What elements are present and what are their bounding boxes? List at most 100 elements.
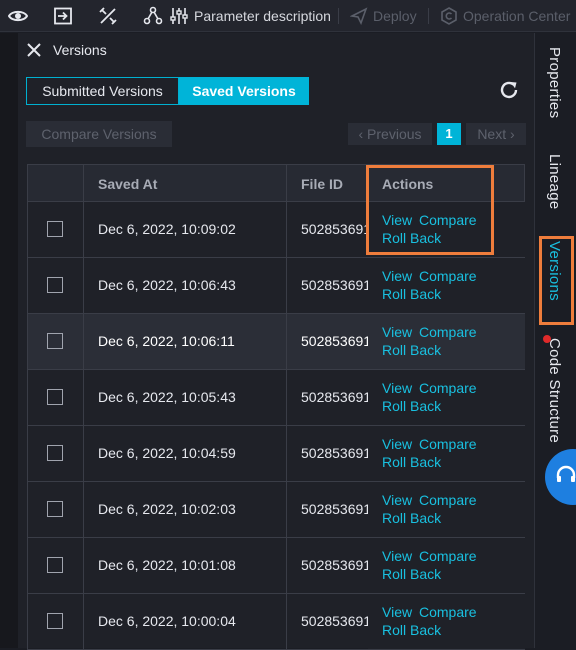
- lineage-graph-icon[interactable]: [142, 5, 164, 27]
- table-row: Dec 6, 2022, 10:01:08 502853691 View Com…: [27, 538, 525, 594]
- rail-tab-lineage[interactable]: Lineage: [546, 154, 563, 210]
- view-link[interactable]: View: [382, 380, 412, 396]
- deploy-button[interactable]: Deploy: [373, 7, 417, 25]
- saved-at-cell: Dec 6, 2022, 10:06:11: [98, 333, 235, 349]
- view-link[interactable]: View: [382, 604, 412, 620]
- row-checkbox[interactable]: [47, 501, 63, 517]
- row-checkbox[interactable]: [47, 445, 63, 461]
- column-divider: [83, 594, 84, 649]
- saved-at-cell: Dec 6, 2022, 10:02:03: [98, 501, 236, 517]
- table-row: Dec 6, 2022, 10:05:43 502853691 View Com…: [27, 370, 525, 426]
- roll-back-link[interactable]: Roll Back: [382, 566, 441, 582]
- page-number-button[interactable]: 1: [437, 123, 461, 145]
- row-checkbox[interactable]: [47, 333, 63, 349]
- column-divider: [286, 258, 287, 313]
- actions-cell: View Compare Roll Back: [368, 258, 525, 313]
- sliders-icon[interactable]: [168, 5, 190, 27]
- row-checkbox[interactable]: [47, 277, 63, 293]
- toolbar-divider: [428, 8, 429, 24]
- row-checkbox[interactable]: [47, 557, 63, 573]
- notification-dot: [543, 335, 551, 343]
- column-divider: [83, 165, 84, 201]
- compare-link[interactable]: Compare: [419, 268, 477, 284]
- view-link[interactable]: View: [382, 492, 412, 508]
- column-divider: [286, 426, 287, 481]
- rail-tab-code-structure[interactable]: Code Structure: [546, 338, 563, 443]
- compare-link[interactable]: Compare: [419, 604, 477, 620]
- file-id-cell: 502853691: [301, 501, 372, 517]
- column-divider: [286, 314, 287, 369]
- saved-at-cell: Dec 6, 2022, 10:01:08: [98, 557, 236, 573]
- column-divider: [286, 370, 287, 425]
- row-checkbox[interactable]: [47, 613, 63, 629]
- import-icon[interactable]: [52, 5, 74, 27]
- actions-cell: View Compare Roll Back: [368, 314, 525, 369]
- previous-page-button[interactable]: ‹ Previous: [348, 123, 432, 145]
- file-id-cell: 502853691: [301, 389, 372, 405]
- actions-cell: View Compare Roll Back: [368, 426, 525, 481]
- saved-at-cell: Dec 6, 2022, 10:09:02: [98, 221, 236, 237]
- saved-at-cell: Dec 6, 2022, 10:00:04: [98, 613, 236, 629]
- compare-link[interactable]: Compare: [419, 492, 477, 508]
- column-divider: [83, 426, 84, 481]
- eye-icon[interactable]: [7, 5, 29, 27]
- table-row: Dec 6, 2022, 10:06:43 502853691 View Com…: [27, 258, 525, 314]
- file-id-cell: 502853691: [301, 333, 372, 349]
- file-id-cell: 502853691: [301, 613, 372, 629]
- panel-title: Versions: [53, 42, 107, 58]
- view-link[interactable]: View: [382, 324, 412, 340]
- roll-back-link[interactable]: Roll Back: [382, 454, 441, 470]
- view-link[interactable]: View: [382, 436, 412, 452]
- operation-center-button[interactable]: Operation Center: [463, 7, 570, 25]
- row-checkbox[interactable]: [47, 221, 63, 237]
- headset-icon: [555, 464, 576, 491]
- column-divider: [83, 370, 84, 425]
- compare-link[interactable]: Compare: [419, 436, 477, 452]
- column-divider: [83, 202, 84, 257]
- next-page-button[interactable]: Next ›: [466, 123, 526, 145]
- table-row: Dec 6, 2022, 10:00:04 502853691 View Com…: [27, 594, 525, 650]
- roll-back-link[interactable]: Roll Back: [382, 622, 441, 638]
- column-divider: [286, 165, 287, 201]
- view-link[interactable]: View: [382, 548, 412, 564]
- column-divider: [286, 538, 287, 593]
- header-saved-at: Saved At: [98, 176, 158, 192]
- view-link[interactable]: View: [382, 268, 412, 284]
- actions-cell: View Compare Roll Back: [368, 594, 525, 649]
- compare-versions-button[interactable]: Compare Versions: [26, 121, 172, 147]
- compare-link[interactable]: Compare: [419, 324, 477, 340]
- compare-link[interactable]: Compare: [419, 548, 477, 564]
- top-toolbar: Parameter description Deploy Operation C…: [0, 0, 576, 32]
- roll-back-link[interactable]: Roll Back: [382, 510, 441, 526]
- parameter-description-button[interactable]: Parameter description: [194, 7, 331, 25]
- file-id-cell: 502853691: [301, 445, 372, 461]
- saved-at-cell: Dec 6, 2022, 10:04:59: [98, 445, 236, 461]
- file-id-cell: 502853691: [301, 557, 372, 573]
- roll-back-link[interactable]: Roll Back: [382, 286, 441, 302]
- column-divider: [83, 258, 84, 313]
- row-checkbox[interactable]: [47, 389, 63, 405]
- chevron-right-icon: ›: [510, 126, 515, 142]
- table-row: Dec 6, 2022, 10:02:03 502853691 View Com…: [27, 482, 525, 538]
- column-divider: [83, 314, 84, 369]
- tab-saved-versions[interactable]: Saved Versions: [179, 77, 309, 105]
- chevron-left-icon: ‹: [358, 126, 364, 142]
- saved-at-cell: Dec 6, 2022, 10:06:43: [98, 277, 236, 293]
- column-divider: [83, 482, 84, 537]
- next-label: Next: [477, 126, 507, 142]
- versions-panel: Versions Submitted Versions Saved Versio…: [18, 33, 534, 650]
- tools-icon[interactable]: [97, 5, 119, 27]
- rail-tab-properties[interactable]: Properties: [546, 47, 563, 118]
- table-row: Dec 6, 2022, 10:04:59 502853691 View Com…: [27, 426, 525, 482]
- file-id-cell: 502853691: [301, 277, 372, 293]
- refresh-icon[interactable]: [498, 79, 520, 101]
- compare-link[interactable]: Compare: [419, 380, 477, 396]
- previous-label: Previous: [367, 126, 422, 142]
- actions-cell: View Compare Roll Back: [368, 538, 525, 593]
- panel-header: Versions: [18, 33, 534, 67]
- header-file-id: File ID: [301, 176, 344, 192]
- roll-back-link[interactable]: Roll Back: [382, 398, 441, 414]
- tab-submitted-versions[interactable]: Submitted Versions: [26, 77, 179, 105]
- roll-back-link[interactable]: Roll Back: [382, 342, 441, 358]
- close-icon[interactable]: [26, 42, 42, 58]
